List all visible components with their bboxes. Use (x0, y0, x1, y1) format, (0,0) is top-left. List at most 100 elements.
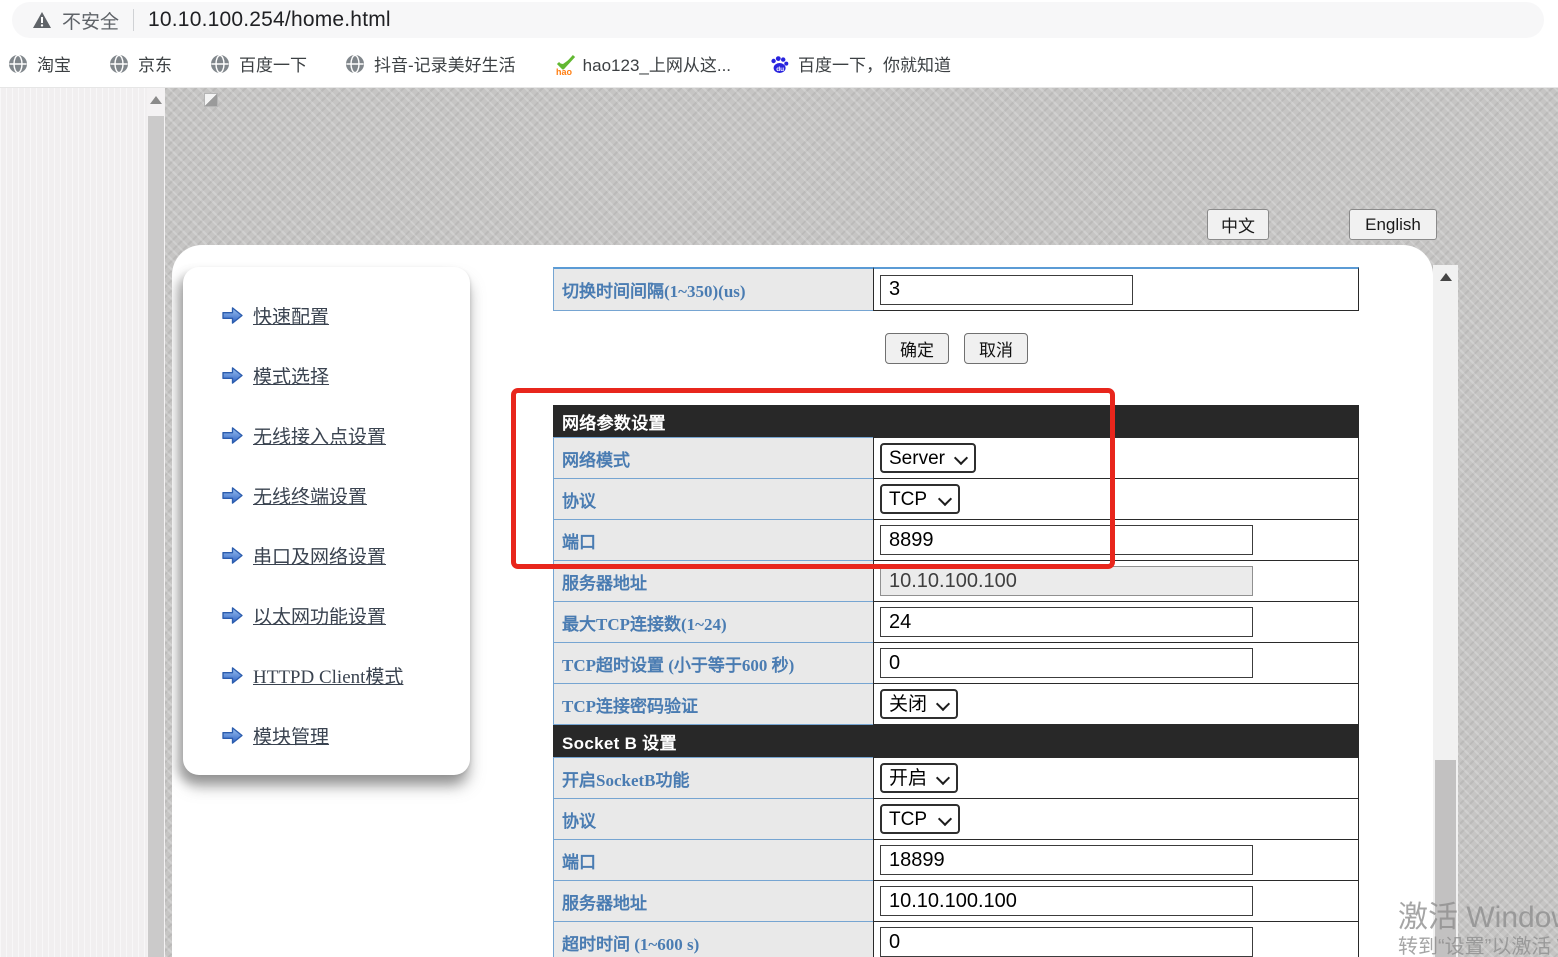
bookmark-jd[interactable]: 京东 (109, 51, 172, 76)
sidebar-item-uart-network[interactable]: 串口及网络设置 (221, 535, 470, 576)
left-scrollbar[interactable] (147, 88, 165, 957)
row-value-cell: TCP (873, 478, 1359, 520)
bookmark-baidu-home[interactable]: du 百度一下，你就知道 (769, 51, 951, 76)
security-warning-icon[interactable] (32, 11, 52, 29)
scroll-up-arrow-icon[interactable] (147, 88, 165, 112)
hao123-icon: hao (554, 54, 574, 74)
max-tcp-connections-input[interactable] (880, 607, 1253, 637)
row-label: 协议 (553, 478, 874, 520)
scrollbar-thumb[interactable] (1435, 760, 1456, 957)
row-label: 端口 (553, 839, 874, 881)
socketb-server-input[interactable] (880, 886, 1253, 916)
sidebar-item-ethernet[interactable]: 以太网功能设置 (221, 595, 470, 636)
confirm-button[interactable]: 确定 (885, 333, 949, 364)
svg-text:du: du (776, 66, 784, 73)
row-value-cell (873, 267, 1359, 311)
table-row: 端口 (553, 839, 1359, 881)
table-row: TCP连接密码验证 关闭 (553, 683, 1359, 725)
table-row: 端口 (553, 519, 1359, 561)
network-settings-table: 网络参数设置 网络模式 Server 协议 TCP (553, 405, 1359, 957)
row-label: 超时时间 (1~600 s) (553, 921, 874, 957)
security-warning-label: 不安全 (62, 7, 119, 34)
row-label: 开启SocketB功能 (553, 757, 874, 799)
sidebar-item-quick-config[interactable]: 快速配置 (221, 295, 470, 336)
globe-icon (8, 54, 28, 74)
english-language-button[interactable]: English (1349, 209, 1437, 240)
blue-arrow-icon (221, 426, 244, 445)
url-text[interactable]: 10.10.100.254/home.html (148, 8, 391, 32)
row-label: 网络模式 (553, 437, 874, 479)
sidebar-item-httpd-client[interactable]: HTTPD Client模式 (221, 655, 470, 696)
interval-input[interactable] (880, 275, 1133, 305)
row-value-cell: 开启 (873, 757, 1359, 799)
interval-table: 切换时间间隔(1~350)(us) (553, 267, 1359, 311)
blue-arrow-icon (221, 486, 244, 505)
table-row: 协议 TCP (553, 478, 1359, 520)
row-label: TCP超时设置 (小于等于600 秒) (553, 642, 874, 684)
url-pill[interactable]: 不安全 10.10.100.254/home.html (12, 2, 1544, 38)
sidebar-item-mode-select[interactable]: 模式选择 (221, 355, 470, 396)
row-label: 服务器地址 (553, 880, 874, 922)
blue-arrow-icon (221, 546, 244, 565)
sidebar-item-module-management[interactable]: 模块管理 (221, 715, 470, 756)
sidebar-menu: 快速配置 模式选择 无线接入点设置 无线终端设置 串口及网络设置 以太网功能设置 (183, 267, 470, 775)
table-row: 网络模式 Server (553, 437, 1359, 479)
blue-arrow-icon (221, 606, 244, 625)
row-label: 协议 (553, 798, 874, 840)
socketb-enable-select[interactable]: 开启 (880, 763, 958, 793)
page-content: 中文 English 快速配置 模式选择 无线接入点设置 无线终端设置 (0, 88, 1558, 957)
row-value-cell: Server (873, 437, 1359, 479)
select-wrapper: TCP (880, 484, 960, 514)
row-value-cell (873, 519, 1359, 561)
sidebar-item-ap-settings[interactable]: 无线接入点设置 (221, 415, 470, 456)
tcp-timeout-input[interactable] (880, 648, 1253, 678)
protocol-select[interactable]: TCP (880, 484, 960, 514)
bookmark-hao123[interactable]: hao hao123_上网从这... (554, 51, 731, 76)
row-value-cell (873, 839, 1359, 881)
select-wrapper: Server (880, 443, 976, 473)
socketb-timeout-input[interactable] (880, 927, 1253, 957)
table-row: 开启SocketB功能 开启 (553, 757, 1359, 799)
sidebar-item-sta-settings[interactable]: 无线终端设置 (221, 475, 470, 516)
row-value-cell (873, 880, 1359, 922)
bookmark-douyin[interactable]: 抖音-记录美好生活 (345, 51, 516, 76)
left-empty-frame (0, 88, 147, 957)
bookmarks-bar: 淘宝 京东 百度一下 抖音-记录美好生活 hao hao123_上网从这... … (0, 40, 1558, 88)
row-label: 端口 (553, 519, 874, 561)
inner-scrollbar[interactable] (1433, 265, 1458, 957)
globe-icon (109, 54, 129, 74)
table-row: 切换时间间隔(1~350)(us) (553, 267, 1359, 311)
port-input[interactable] (880, 525, 1253, 555)
baidu-paw-icon: du (769, 54, 789, 74)
socketb-protocol-select[interactable]: TCP (880, 804, 960, 834)
row-value-cell (873, 601, 1359, 643)
server-address-input (880, 566, 1253, 596)
row-value-cell (873, 642, 1359, 684)
cancel-button[interactable]: 取消 (964, 333, 1028, 364)
row-value-cell (873, 560, 1359, 602)
scroll-up-arrow-icon[interactable] (1433, 265, 1458, 289)
select-wrapper: TCP (880, 804, 960, 834)
network-mode-select[interactable]: Server (880, 443, 976, 473)
row-label: 切换时间间隔(1~350)(us) (553, 267, 874, 311)
broken-image-icon (204, 93, 218, 107)
globe-icon (345, 54, 365, 74)
bookmark-baidu-search[interactable]: 百度一下 (210, 51, 307, 76)
table-row: 超时时间 (1~600 s) (553, 921, 1359, 957)
bookmark-taobao[interactable]: 淘宝 (8, 51, 71, 76)
scrollbar-thumb[interactable] (148, 116, 164, 957)
tcp-password-select[interactable]: 关闭 (880, 689, 958, 719)
row-value-cell: 关闭 (873, 683, 1359, 725)
content-card: 快速配置 模式选择 无线接入点设置 无线终端设置 串口及网络设置 以太网功能设置 (172, 245, 1433, 957)
blue-arrow-icon (221, 726, 244, 745)
socketb-port-input[interactable] (880, 845, 1253, 875)
section-header-socketb: Socket B 设置 (553, 725, 1359, 758)
select-wrapper: 关闭 (880, 689, 958, 719)
table-row: 服务器地址 (553, 560, 1359, 602)
row-label: 最大TCP连接数(1~24) (553, 601, 874, 643)
row-label: TCP连接密码验证 (553, 683, 874, 725)
blue-arrow-icon (221, 666, 244, 685)
globe-icon (210, 54, 230, 74)
chinese-language-button[interactable]: 中文 (1207, 209, 1269, 240)
table-row: 服务器地址 (553, 880, 1359, 922)
